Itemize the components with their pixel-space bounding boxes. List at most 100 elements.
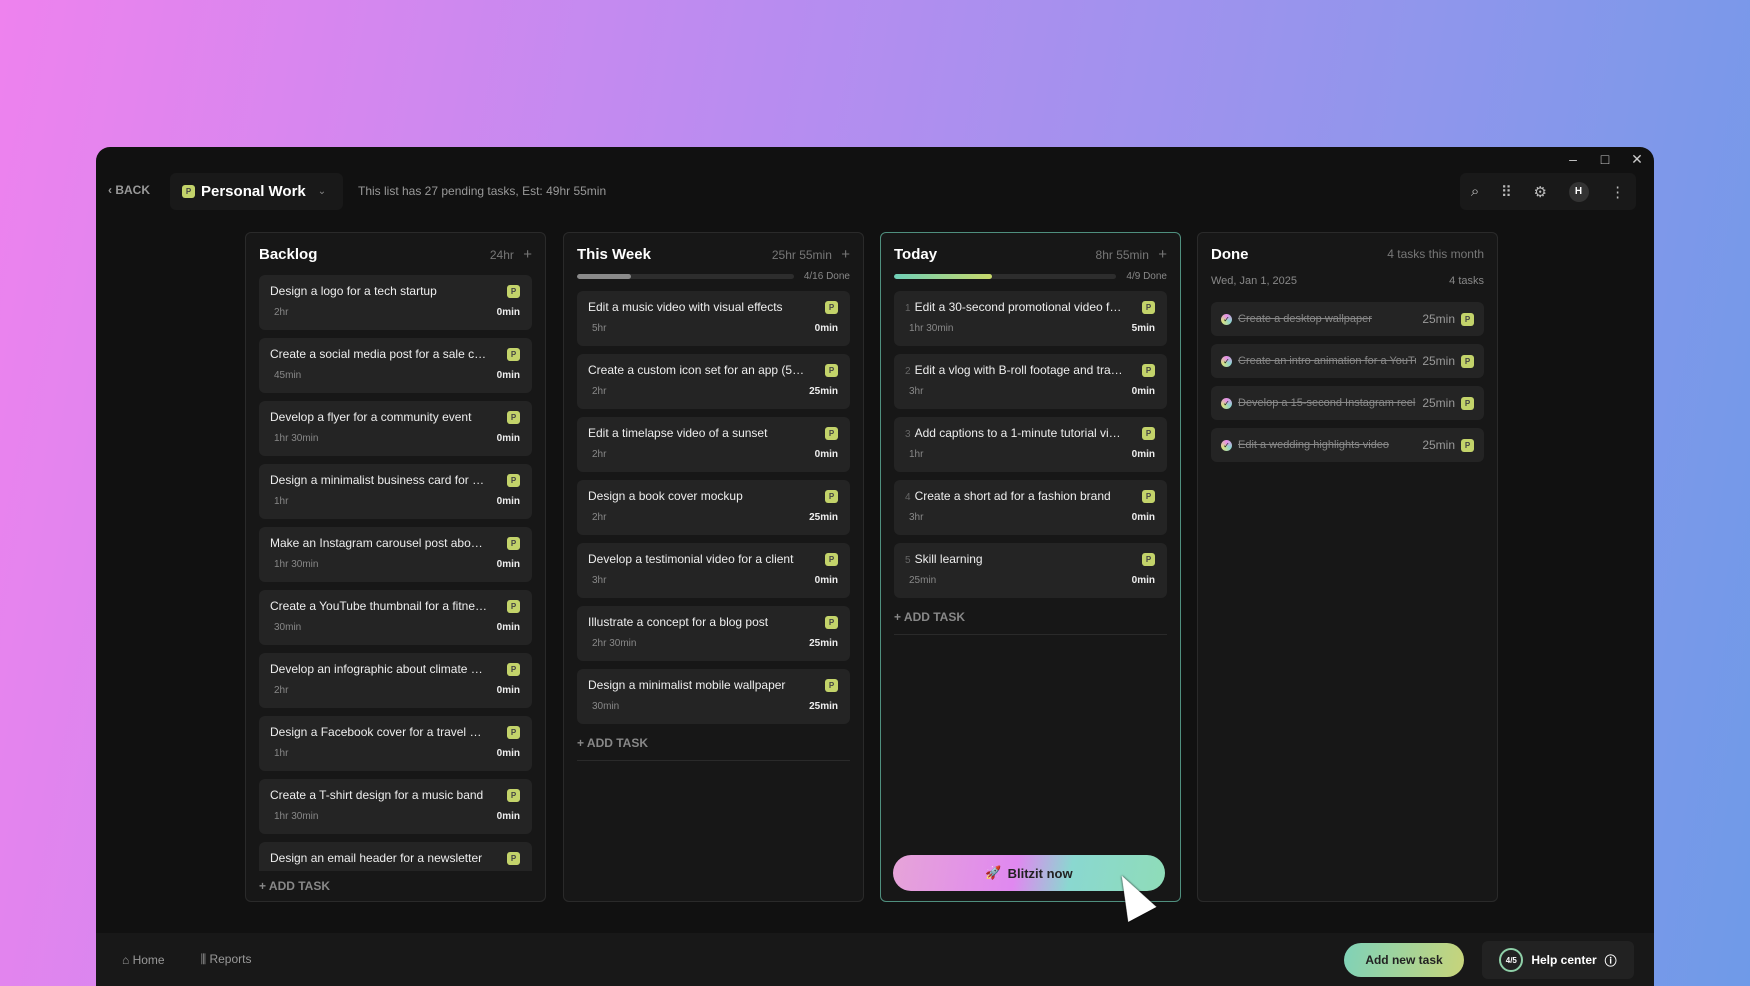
task-title-row: Develop an infographic about climate cha…	[270, 662, 488, 676]
more-vertical-icon[interactable]: ⋮	[1610, 183, 1625, 201]
list-badge: P	[507, 663, 520, 676]
task-time-spent: 5min	[1131, 323, 1155, 334]
task-card[interactable]: Make an Instagram carousel post about a …	[259, 527, 532, 582]
task-title-row: Create a YouTube thumbnail for a fitness…	[270, 599, 488, 613]
task-card[interactable]: Design a Facebook cover for a travel age…	[259, 716, 532, 771]
task-card[interactable]: Create a custom icon set for an app (5 i…	[577, 354, 850, 409]
done-task[interactable]: ✓ Create a desktop wallpaper 25min P	[1211, 302, 1484, 336]
avatar[interactable]: H	[1568, 181, 1589, 202]
done-task[interactable]: ✓ Develop a 15-second Instagram reel 25min…	[1211, 386, 1484, 420]
done-task[interactable]: ✓ Edit a wedding highlights video 25min P	[1211, 428, 1484, 462]
list-badge: P	[825, 364, 838, 377]
done-task-title: Develop a 15-second Instagram reel	[1238, 397, 1416, 409]
task-card[interactable]: Design an email header for a newsletter …	[259, 842, 532, 871]
add-task-button[interactable]: + ADD TASK	[894, 606, 1167, 635]
task-estimate: 1hr 30min	[274, 433, 319, 444]
column-title: Backlog	[259, 245, 318, 263]
task-times: 1hr 30min 0min	[270, 559, 520, 570]
task-card[interactable]: Design a book cover mockup P 2hr 25min	[577, 480, 850, 535]
check-icon[interactable]: ✓	[1221, 313, 1232, 325]
task-times: 45min 0min	[270, 370, 520, 381]
task-card[interactable]: Develop a testimonial video for a client…	[577, 543, 850, 598]
task-times: 1hr 0min	[270, 496, 520, 507]
add-icon[interactable]: +	[523, 246, 532, 263]
task-time-spent: 0min	[814, 323, 838, 334]
task-times: 2hr 30min 25min	[588, 638, 838, 649]
add-icon[interactable]: +	[841, 246, 850, 263]
nav-reports[interactable]: ⫼ Reports	[201, 952, 252, 967]
task-time-spent: 0min	[496, 685, 520, 696]
task-card[interactable]: Design a logo for a tech startup P 2hr 0m…	[259, 275, 532, 330]
search-icon[interactable]: ⌕	[1471, 183, 1479, 200]
task-card[interactable]: Edit a music video with visual effects P…	[577, 291, 850, 346]
task-card[interactable]: 2 Edit a vlog with B-roll footage and tra…	[894, 354, 1167, 409]
list-badge: P	[182, 185, 195, 198]
task-title-row: Design a minimalist mobile wallpaper	[588, 678, 806, 692]
task-time-spent: 0min	[496, 559, 520, 570]
task-title: Edit a 30-second promotional video for a…	[914, 300, 1123, 314]
task-estimate: 30min	[592, 701, 620, 712]
task-card[interactable]: Design a minimalist mobile wallpaper P 3…	[577, 669, 850, 724]
maximize-button[interactable]: □	[1596, 151, 1614, 168]
task-title-row: 1 Edit a 30-second promotional video for …	[905, 300, 1123, 314]
task-card[interactable]: Create a YouTube thumbnail for a fitness…	[259, 590, 532, 645]
task-card[interactable]: Create a T-shirt design for a music band…	[259, 779, 532, 834]
check-icon[interactable]: ✓	[1221, 439, 1232, 451]
task-list[interactable]: Edit a music video with visual effects P…	[577, 291, 850, 724]
list-selector[interactable]: P Personal Work ⌄	[170, 173, 343, 210]
done-task[interactable]: ✓ Create an intro animation for a YouTube…	[1211, 344, 1484, 378]
task-card[interactable]: Edit a timelapse video of a sunset P 2hr…	[577, 417, 850, 472]
list-badge: P	[1461, 438, 1474, 452]
task-list[interactable]: 1 Edit a 30-second promotional video for …	[894, 291, 1167, 598]
help-center-button[interactable]: 4/5 Help center ⓘ	[1482, 941, 1634, 979]
gear-icon[interactable]: ⚙	[1533, 183, 1546, 201]
task-time-spent: 0min	[496, 811, 520, 822]
progress-bar	[894, 273, 1117, 279]
bottom-bar: ⌂ Home ⫼ Reports Add new task 4/5 Help c…	[96, 933, 1654, 986]
task-title: Design a minimalist mobile wallpaper	[588, 678, 786, 692]
close-button[interactable]: ✕	[1628, 151, 1646, 168]
task-card[interactable]: Design a minimalist business card for a …	[259, 464, 532, 519]
task-times: 2hr 0min	[588, 449, 838, 460]
task-estimate: 2hr	[274, 307, 289, 318]
nav-home[interactable]: ⌂ Home	[122, 953, 165, 967]
task-times: 1hr 30min 0min	[270, 433, 520, 444]
task-title: Develop a flyer for a community event	[270, 410, 472, 424]
task-card[interactable]: 3 Add captions to a 1-minute tutorial vid…	[894, 417, 1167, 472]
task-estimate: 3hr	[909, 386, 924, 397]
list-badge: P	[1142, 301, 1155, 314]
progress-label: 4/16 Done	[803, 270, 850, 282]
task-card[interactable]: 1 Edit a 30-second promotional video for …	[894, 291, 1167, 346]
task-title: Edit a vlog with B-roll footage and tran…	[914, 363, 1123, 377]
task-times: 2hr 0min	[270, 685, 520, 696]
list-badge: P	[507, 600, 520, 613]
task-times: 2hr 25min	[588, 512, 838, 523]
list-badge: P	[825, 427, 838, 440]
minimize-button[interactable]: –	[1564, 151, 1582, 168]
task-card[interactable]: Illustrate a concept for a blog post P 2…	[577, 606, 850, 661]
add-task-button[interactable]: + ADD TASK	[577, 732, 850, 761]
list-badge: P	[507, 852, 520, 865]
add-task-button[interactable]: + ADD TASK	[259, 871, 532, 903]
task-title: Develop a testimonial video for a client	[588, 552, 794, 566]
task-card[interactable]: 4 Create a short ad for a fashion brand P…	[894, 480, 1167, 535]
task-card[interactable]: Create a social media post for a sale ca…	[259, 338, 532, 393]
add-icon[interactable]: +	[1158, 246, 1167, 263]
add-new-task-button[interactable]: Add new task	[1344, 943, 1464, 977]
list-badge: P	[1142, 364, 1155, 377]
apps-grid-icon[interactable]: ⠿	[1501, 183, 1512, 201]
column-estimate: 4 tasks this month	[1387, 247, 1484, 261]
task-card[interactable]: 5 Skill learning P 25min 0min	[894, 543, 1167, 598]
back-button[interactable]: ‹ BACK	[108, 183, 150, 197]
task-card[interactable]: Develop an infographic about climate cha…	[259, 653, 532, 708]
list-badge: P	[1142, 490, 1155, 503]
task-time-spent: 0min	[814, 575, 838, 586]
task-estimate: 2hr	[592, 449, 607, 460]
task-list[interactable]: Design a logo for a tech startup P 2hr 0m…	[259, 269, 532, 871]
check-icon[interactable]: ✓	[1221, 397, 1232, 409]
column-done: Done 4 tasks this month Wed, Jan 1, 2025 4…	[1197, 232, 1498, 902]
task-card[interactable]: Develop a flyer for a community event P …	[259, 401, 532, 456]
column-meta: 8hr 55min +	[1096, 246, 1167, 263]
check-icon[interactable]: ✓	[1221, 355, 1232, 367]
task-times: 1hr 30min 5min	[905, 323, 1155, 334]
